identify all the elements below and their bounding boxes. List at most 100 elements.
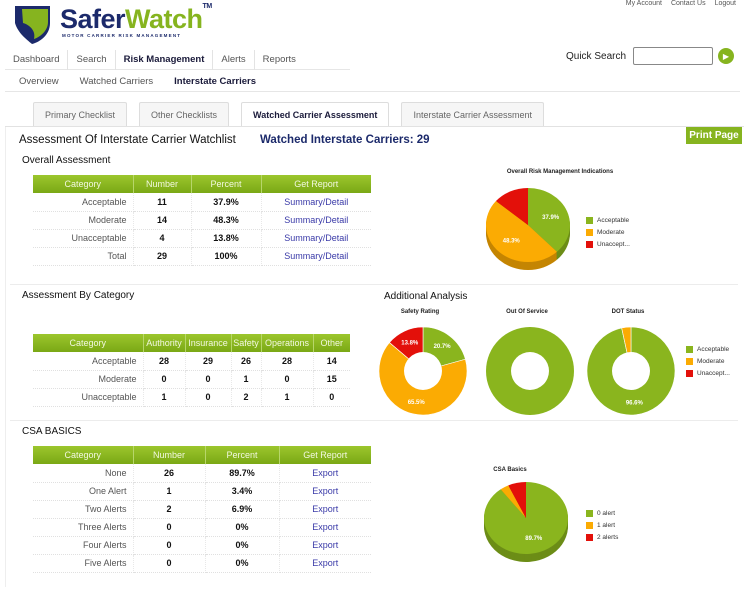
legend-item: 2 alerts xyxy=(586,534,618,541)
col-header[interactable]: Number xyxy=(133,446,206,464)
sub-nav: Overview Watched Carriers Interstate Car… xyxy=(5,72,740,92)
subnav-overview[interactable]: Overview xyxy=(5,72,66,92)
report-link[interactable]: Summary/Detail xyxy=(261,229,371,248)
report-link[interactable]: Export xyxy=(279,554,371,573)
cell-value: 0 xyxy=(143,370,186,389)
table-row: Unacceptable 1 0 2 1 0 xyxy=(33,388,350,407)
overall-legend: Acceptable Moderate Unaccept... xyxy=(586,217,630,253)
nav-reports[interactable]: Reports xyxy=(255,50,304,70)
cell-value: 1 xyxy=(143,388,186,407)
table-row: Five Alerts 0 0% Export xyxy=(33,554,371,573)
section-divider xyxy=(10,284,738,285)
nav-dashboard[interactable]: Dashboard xyxy=(5,49,69,70)
cell-value: 0% xyxy=(205,536,280,555)
csa-basics-pie: 89.7% xyxy=(484,482,568,562)
dot-status-donut: 96.6% xyxy=(586,326,676,416)
col-header[interactable]: Safety xyxy=(231,334,262,352)
subnav-interstate-carriers[interactable]: Interstate Carriers xyxy=(160,72,263,92)
legend-item: Moderate xyxy=(686,358,730,365)
cell-value: 0% xyxy=(205,518,280,537)
watched-carriers-count: Watched Interstate Carriers: 29 xyxy=(260,134,430,146)
cell-value: 48.3% xyxy=(191,211,262,230)
slice-label: 37.9% xyxy=(542,215,560,221)
legend-item: Acceptable xyxy=(586,217,630,224)
quick-search-go-button[interactable]: ▶ xyxy=(718,48,734,64)
cell-value: 6.9% xyxy=(205,500,280,519)
legend-swatch xyxy=(586,217,593,224)
cell-value: 28 xyxy=(143,352,186,371)
row-category: Total xyxy=(33,247,134,266)
col-header[interactable]: Get Report xyxy=(279,446,371,464)
table-row: Moderate 14 48.3% Summary/Detail xyxy=(33,211,371,230)
nav-alerts[interactable]: Alerts xyxy=(213,49,255,70)
overall-assessment-table: Category Number Percent Get Report Accep… xyxy=(33,175,371,266)
cell-value: 29 xyxy=(133,247,192,266)
col-header[interactable]: Other xyxy=(313,334,350,352)
csa-basics-table: Category Number Percent Get Report None 2… xyxy=(33,446,371,573)
nav-search[interactable]: Search xyxy=(68,49,116,70)
slice-label: 96.6% xyxy=(626,400,644,406)
logout-link[interactable]: Logout xyxy=(715,0,736,7)
report-link[interactable]: Export xyxy=(279,518,371,537)
col-header[interactable]: Category xyxy=(33,175,134,193)
subnav-watched-carriers[interactable]: Watched Carriers xyxy=(66,72,161,92)
my-account-link[interactable]: My Account xyxy=(626,0,662,7)
col-header[interactable]: Insurance xyxy=(185,334,232,352)
legend-swatch xyxy=(586,522,593,529)
tab-interstate-carrier-assessment[interactable]: Interstate Carrier Assessment xyxy=(401,102,544,126)
csa-basics-title: CSA BASICS xyxy=(22,426,82,437)
report-link[interactable]: Summary/Detail xyxy=(261,211,371,230)
nav-risk-management[interactable]: Risk Management xyxy=(116,49,214,70)
col-header[interactable]: Number xyxy=(133,175,192,193)
report-link[interactable]: Summary/Detail xyxy=(261,247,371,266)
cell-value: 0% xyxy=(205,554,280,573)
legend-item: 1 alert xyxy=(586,522,618,529)
legend-swatch xyxy=(586,510,593,517)
report-link[interactable]: Export xyxy=(279,500,371,519)
report-link[interactable]: Export xyxy=(279,464,371,483)
cell-value: 26 xyxy=(133,464,206,483)
slice-label: 13.8% xyxy=(401,340,419,346)
table-row: Unacceptable 4 13.8% Summary/Detail xyxy=(33,229,371,248)
cell-value: 89.7% xyxy=(205,464,280,483)
main-nav: Dashboard Search Risk Management Alerts … xyxy=(5,49,350,70)
col-header[interactable]: Percent xyxy=(191,175,262,193)
col-header[interactable]: Percent xyxy=(205,446,280,464)
legend-swatch xyxy=(586,534,593,541)
assessment-tabs: Primary Checklist Other Checklists Watch… xyxy=(33,102,544,126)
by-category-table: Category Authority Insurance Safety Oper… xyxy=(33,334,350,407)
table-row: Moderate 0 0 1 0 15 xyxy=(33,370,350,389)
cell-value: 1 xyxy=(133,482,206,501)
tab-other-checklists[interactable]: Other Checklists xyxy=(139,102,230,126)
col-header[interactable]: Authority xyxy=(143,334,186,352)
table-row: None 26 89.7% Export xyxy=(33,464,371,483)
top-links: My Account Contact Us Logout xyxy=(626,0,736,7)
logo-tagline: MOTOR CARRIER RISK MANAGEMENT xyxy=(62,33,182,38)
row-category: Moderate xyxy=(33,370,144,389)
slice-label: 89.7% xyxy=(525,536,543,542)
col-header[interactable]: Category xyxy=(33,334,144,352)
report-link[interactable]: Summary/Detail xyxy=(261,193,371,212)
table-row: One Alert 1 3.4% Export xyxy=(33,482,371,501)
row-category: Acceptable xyxy=(33,193,134,212)
col-header[interactable]: Category xyxy=(33,446,134,464)
report-link[interactable]: Export xyxy=(279,482,371,501)
row-category: Five Alerts xyxy=(33,554,134,573)
col-header[interactable]: Operations xyxy=(261,334,314,352)
cell-value: 26 xyxy=(231,352,262,371)
report-link[interactable]: Export xyxy=(279,536,371,555)
cell-value: 0 xyxy=(313,388,350,407)
contact-us-link[interactable]: Contact Us xyxy=(671,0,706,7)
donut-hole xyxy=(612,352,650,390)
dot-status-title: DOT Status xyxy=(611,309,645,315)
tab-primary-checklist[interactable]: Primary Checklist xyxy=(33,102,128,126)
safety-rating-title: Safety Rating xyxy=(400,309,440,315)
tab-watched-carrier-assessment[interactable]: Watched Carrier Assessment xyxy=(241,102,390,126)
legend-swatch xyxy=(586,241,593,248)
out-of-service-donut xyxy=(486,327,574,415)
additional-legend: Acceptable Moderate Unaccept... xyxy=(686,346,730,382)
cell-value: 0 xyxy=(133,518,206,537)
quick-search-input[interactable] xyxy=(633,47,713,65)
print-page-button[interactable]: Print Page xyxy=(686,127,742,144)
col-header[interactable]: Get Report xyxy=(261,175,371,193)
